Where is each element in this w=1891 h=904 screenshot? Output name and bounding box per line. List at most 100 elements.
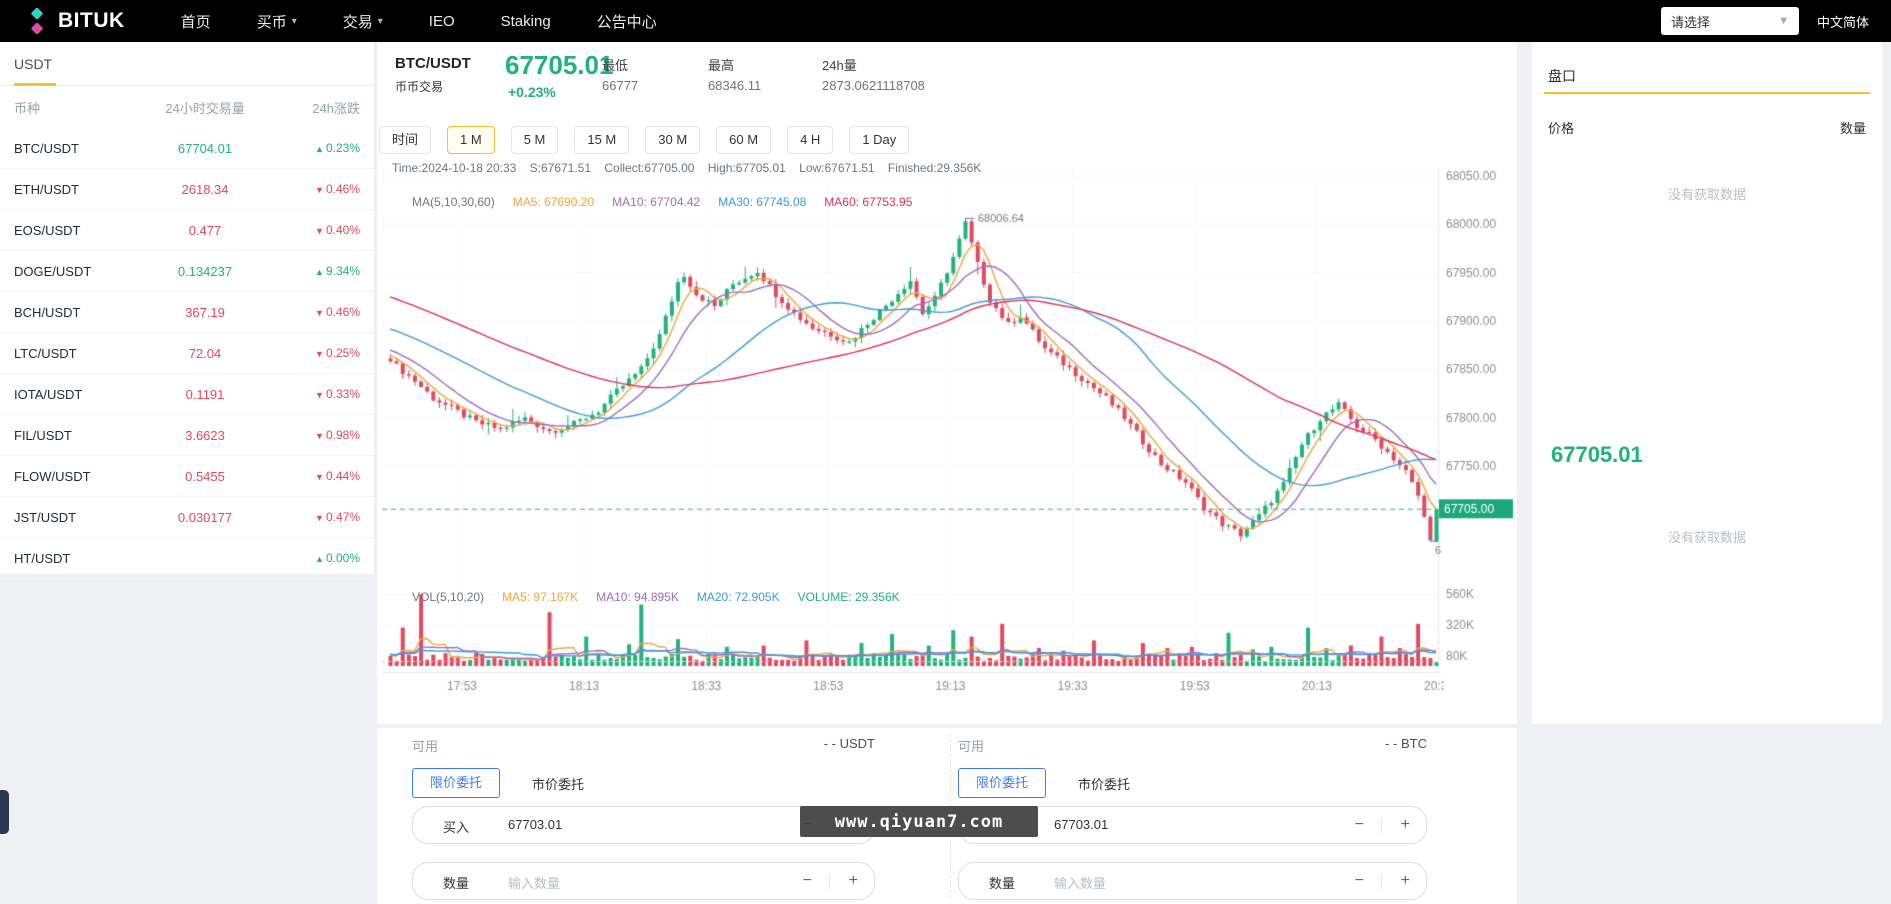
market-row-doge[interactable]: DOGE/USDT0.134237▲9.34% [0,251,374,292]
market-order-tab[interactable]: 市价委托 [532,774,584,793]
limit-order-tab[interactable]: 限价委托 [958,768,1046,798]
input-label: 买入 [443,817,469,836]
pair-symbol: BCH/USDT [14,305,134,320]
balance-value: - - BTC [1385,736,1427,755]
interval-label: 时间 [379,126,431,154]
orderbook-title: 盘口 [1548,66,1576,86]
interval-1m[interactable]: 1 M [447,126,495,154]
increment-button[interactable]: + [1401,871,1410,891]
currency-select-value: 请选择 [1671,12,1710,31]
pair-change: ▲0.00% [276,551,360,565]
pair-symbol: DOGE/USDT [14,264,134,279]
market-row-eth[interactable]: ETH/USDT2618.34▼0.46% [0,169,374,210]
market-row-ht[interactable]: HT/USDT▲0.00% [0,538,374,579]
arrow-down-icon: ▼ [315,472,324,482]
side-drawer-handle[interactable] [0,790,9,834]
input-placeholder: 输入数量 [1054,873,1106,892]
order-type-tabs: 限价委托 市价委托 [958,768,1130,798]
arrow-down-icon: ▼ [315,513,324,523]
market-row-btc[interactable]: BTC/USDT67704.01▲0.23% [0,128,374,169]
asks-empty-state: 没有获取数据 [1532,184,1882,203]
input-value: 67703.01 [1054,817,1108,832]
market-row-eos[interactable]: EOS/USDT0.477▼0.40% [0,210,374,251]
pair-change-value: 0.23% [326,141,360,155]
market-list-header: 币种 24小时交易量 24h涨跌 [0,86,374,128]
trade-type-label: 币币交易 [395,78,443,95]
interval-15m[interactable]: 15 M [574,126,629,154]
interval-30m[interactable]: 30 M [645,126,700,154]
balance-value: - - USDT [824,736,875,755]
pair-change: ▲9.34% [276,264,360,278]
nav-item-0[interactable]: 首页 [181,11,211,32]
market-row-jst[interactable]: JST/USDT0.030177▼0.47% [0,497,374,538]
pair-volume: 2618.34 [134,182,276,197]
pair-change: ▼0.40% [276,223,360,237]
pair-change-value: 0.98% [326,428,360,442]
pair-change: ▲0.23% [276,141,360,155]
arrow-down-icon: ▼ [315,185,324,195]
col-volume: 24小时交易量 [134,98,276,117]
pair-change: ▼0.98% [276,428,360,442]
stepper-divider [1381,818,1382,834]
decrement-button[interactable]: − [1355,815,1364,835]
bids-empty-state: 没有获取数据 [1532,527,1882,546]
input-label: 数量 [989,873,1015,892]
arrow-up-icon: ▲ [315,267,324,277]
price-chart-canvas[interactable] [382,168,1516,704]
increment-button[interactable]: + [849,871,858,891]
language-switch[interactable]: 中文简体 [1817,12,1869,31]
interval-60m[interactable]: 60 M [716,126,771,154]
pair-volume: 0.5455 [134,469,276,484]
pair-symbol: EOS/USDT [14,223,134,238]
orderbook-panel: 盘口 价格 数量 没有获取数据 67705.01 没有获取数据 [1532,42,1882,724]
interval-1day[interactable]: 1 Day [849,126,909,154]
nav-item-2[interactable]: 交易 ▾ [343,11,383,32]
interval-4h[interactable]: 4 H [787,126,833,154]
tab-active-underline [14,83,56,86]
decrement-button[interactable]: − [803,871,812,891]
interval-5m[interactable]: 5 M [511,126,559,154]
buy-amount-input[interactable]: 数量输入数量−+ [412,862,875,900]
pair-change-value: 0.47% [326,510,360,524]
nav-item-label: IEO [429,13,455,30]
brand-logo-icon[interactable] [24,8,50,34]
pair-change-value: 0.33% [326,387,360,401]
tab-usdt[interactable]: USDT [0,42,374,86]
watermark: www.qiyuan7.com [800,806,1038,837]
pair-change-value: 0.25% [326,346,360,360]
market-list: BTC/USDT67704.01▲0.23%ETH/USDT2618.34▼0.… [0,128,374,579]
market-row-bch[interactable]: BCH/USDT367.19▼0.46% [0,292,374,333]
decrement-button[interactable]: − [1355,871,1364,891]
available-label: 可用 [958,736,984,755]
chevron-down-icon: ▾ [378,16,383,27]
increment-button[interactable]: + [1401,815,1410,835]
currency-select[interactable]: 请选择 ▼ [1661,7,1799,35]
stepper-divider [829,874,830,890]
available-row: 可用 - - USDT [412,736,875,755]
pair-volume: 3.6623 [134,428,276,443]
last-price: 67705.01 [505,50,613,81]
pair-symbol: BTC/USDT [14,141,134,156]
nav-item-1[interactable]: 买币▾ [257,11,297,32]
limit-order-tab[interactable]: 限价委托 [412,768,500,798]
market-row-fil[interactable]: FIL/USDT3.6623▼0.98% [0,415,374,456]
pair-change: ▼0.46% [276,305,360,319]
market-row-flow[interactable]: FLOW/USDT0.5455▼0.44% [0,456,374,497]
input-placeholder: 输入数量 [508,873,560,892]
sell-amount-input[interactable]: 数量 输入数量 − + [958,862,1427,900]
pair-title: BTC/USDT [395,55,471,72]
available-label: 可用 [412,736,438,755]
pair-symbol: FLOW/USDT [14,469,134,484]
legend-ma10: MA10: 94.895K [596,590,679,604]
market-row-iota[interactable]: IOTA/USDT0.1191▼0.33% [0,374,374,415]
brand-name[interactable]: BITUK [58,9,125,33]
vol-legend: VOL(5,10,20)MA5: 97.167KMA10: 94.895KMA2… [392,576,900,618]
nav-item-3[interactable]: IEO [429,13,455,30]
pair-volume: 0.477 [134,223,276,238]
nav-item-label: 交易 [343,11,373,32]
nav-item-5[interactable]: 公告中心 [597,11,657,32]
nav-item-4[interactable]: Staking [501,13,551,30]
market-order-tab[interactable]: 市价委托 [1078,774,1130,793]
col-symbol: 币种 [14,98,134,117]
market-row-ltc[interactable]: LTC/USDT72.04▼0.25% [0,333,374,374]
